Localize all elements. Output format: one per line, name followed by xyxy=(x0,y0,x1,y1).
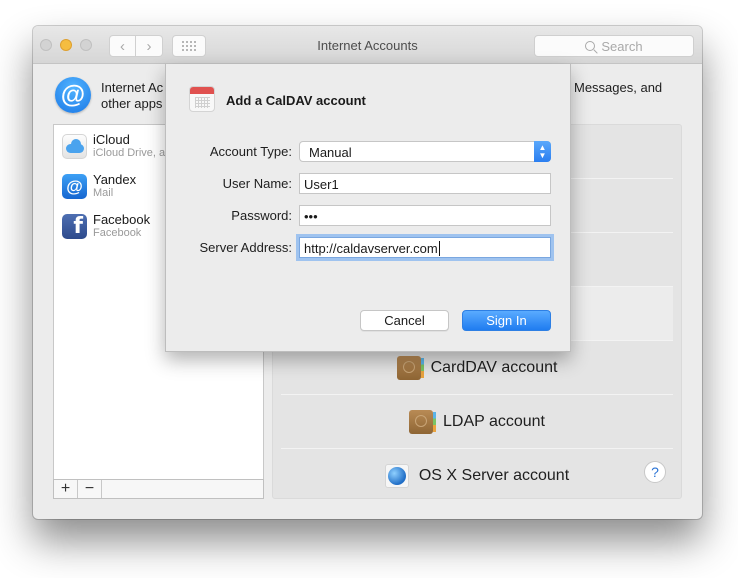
add-caldav-dialog: Add a CalDAV account Account Type: Manua… xyxy=(165,64,571,352)
contacts-icon xyxy=(396,355,424,380)
icloud-icon xyxy=(62,134,87,159)
internet-accounts-icon: @ xyxy=(55,77,91,113)
contacts-icon xyxy=(409,409,436,434)
facebook-icon: f xyxy=(62,214,87,239)
search-placeholder: Search xyxy=(601,38,643,54)
list-footer: + − xyxy=(53,479,264,499)
account-type-label: Account Type: xyxy=(209,144,292,159)
remove-account-button[interactable]: − xyxy=(78,480,102,498)
title-bar: ‹ › Internet Accounts Search xyxy=(33,26,702,64)
search-icon xyxy=(585,41,596,51)
help-button[interactable]: ? xyxy=(644,461,666,483)
provider-ldap[interactable]: LDAP account xyxy=(281,395,673,449)
text-caret xyxy=(438,241,440,256)
select-stepper-icon: ▲ ▼ xyxy=(534,141,551,162)
search-input[interactable]: Search xyxy=(534,35,694,57)
internet-accounts-window: ‹ › Internet Accounts Search @ Internet … xyxy=(33,26,702,519)
account-type-select[interactable]: Manual ▲ ▼ xyxy=(299,141,551,162)
server-address-label: Server Address: xyxy=(199,240,293,255)
provider-osx-server[interactable]: OS X Server account xyxy=(281,449,673,503)
globe-icon xyxy=(384,464,409,488)
header-description: Internet Ac other apps xyxy=(101,80,164,111)
dialog-title: Add a CalDAV account xyxy=(226,93,366,108)
header-description-right: Messages, and xyxy=(574,80,663,95)
password-input[interactable]: ••• xyxy=(299,205,551,226)
password-label: Password: xyxy=(231,208,292,223)
server-address-input[interactable]: http://caldavserver.com xyxy=(299,237,551,258)
calendar-icon xyxy=(189,86,215,112)
sign-in-button[interactable]: Sign In xyxy=(462,310,551,331)
user-name-label: User Name: xyxy=(222,176,292,191)
at-sign-icon: @ xyxy=(62,174,87,199)
user-name-input[interactable]: User1 xyxy=(299,173,551,194)
cancel-button[interactable]: Cancel xyxy=(360,310,449,331)
add-account-button[interactable]: + xyxy=(54,480,78,498)
